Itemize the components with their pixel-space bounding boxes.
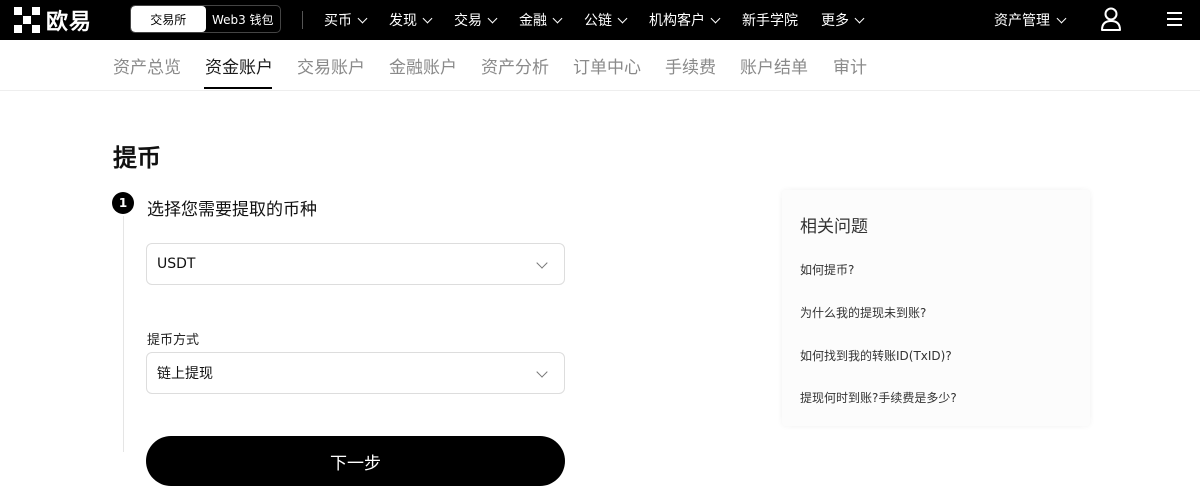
okx-logo-icon [14,7,40,33]
tab-fees[interactable]: 手续费 [665,53,716,78]
coin-select[interactable]: USDT [146,243,565,285]
tab-asset-overview[interactable]: 资产总览 [113,53,181,78]
product-switcher: 交易所 Web3 钱包 [130,5,281,33]
nav-item-label: 买币 [324,13,352,29]
withdraw-method-label: 提币方式 [147,333,200,348]
nav-item-institutional[interactable]: 机构客户 [649,10,721,30]
faq-title: 相关问题 [800,217,868,237]
step-number-badge: 1 [112,192,134,214]
nav-divider [302,11,303,29]
nav-item-buy-crypto[interactable]: 买币 [324,10,368,30]
tab-order-center[interactable]: 订单中心 [573,53,641,78]
step-title: 选择您需要提取的币种 [147,200,317,220]
chevron-down-icon [536,257,548,269]
chevron-down-icon [422,13,433,23]
top-navigation-bar: 欧易 交易所 Web3 钱包 买币 发现 交易 金融 公链 机构客户 新手学院 … [0,0,1200,40]
nav-item-more[interactable]: 更多 [821,10,865,30]
active-tab-indicator [204,87,272,89]
brand-name: 欧易 [46,10,93,35]
chevron-down-icon [536,366,548,378]
nav-item-public-chain[interactable]: 公链 [584,10,628,30]
faq-link-withdrawal-not-received[interactable]: 为什么我的提现未到账? [800,304,926,321]
page-title: 提币 [113,144,161,172]
step-connector-line [123,216,124,452]
nav-item-label: 交易 [454,13,482,29]
nav-item-label: 新手学院 [742,13,798,29]
logo[interactable]: 欧易 [14,7,93,35]
chevron-down-icon [710,13,721,23]
faq-link-how-to-withdraw[interactable]: 如何提币? [800,261,854,278]
nav-item-label: 更多 [821,13,849,29]
tab-trading-account[interactable]: 交易账户 [297,53,365,78]
nav-item-label: 公链 [584,13,612,29]
nav-item-label: 金融 [519,13,547,29]
tab-audit[interactable]: 审计 [833,53,867,78]
faq-link-find-txid[interactable]: 如何找到我的转账ID(TxID)? [800,347,952,364]
related-questions-panel: 相关问题 如何提币? 为什么我的提现未到账? 如何找到我的转账ID(TxID)?… [782,190,1090,426]
withdraw-method-value: 链上提现 [157,366,213,382]
chevron-down-icon [552,13,563,23]
nav-item-label: 机构客户 [649,13,705,29]
nav-item-discover[interactable]: 发现 [389,10,433,30]
tab-earn-account[interactable]: 金融账户 [389,53,457,78]
account-subtabs: 资产总览 资金账户 交易账户 金融账户 资产分析 订单中心 手续费 账户结单 审… [0,40,1200,91]
withdraw-method-select[interactable]: 链上提现 [146,352,565,394]
tab-funding-account[interactable]: 资金账户 [205,53,273,78]
nav-item-trade[interactable]: 交易 [454,10,498,30]
chevron-down-icon [357,13,368,23]
faq-link-arrival-time-fees[interactable]: 提现何时到账?手续费是多少? [800,389,957,406]
nav-item-finance[interactable]: 金融 [519,10,563,30]
chevron-down-icon [617,13,628,23]
next-step-button[interactable]: 下一步 [146,436,565,486]
main-nav: 买币 发现 交易 金融 公链 机构客户 新手学院 更多 [324,0,886,40]
switcher-web3-wallet[interactable]: Web3 钱包 [206,6,281,32]
tab-statements[interactable]: 账户结单 [740,53,808,78]
chevron-down-icon [1056,13,1067,23]
nav-item-label: 发现 [389,13,417,29]
asset-management-menu[interactable]: 资产管理 [994,0,1067,40]
switcher-exchange[interactable]: 交易所 [131,6,206,32]
coin-select-value: USDT [157,256,196,272]
tab-asset-analysis[interactable]: 资产分析 [481,53,549,78]
hamburger-menu-icon[interactable] [1167,12,1182,26]
chevron-down-icon [854,13,865,23]
asset-management-label: 资产管理 [994,13,1050,29]
chevron-down-icon [487,13,498,23]
user-icon[interactable] [1100,6,1122,32]
nav-item-academy[interactable]: 新手学院 [742,10,798,30]
